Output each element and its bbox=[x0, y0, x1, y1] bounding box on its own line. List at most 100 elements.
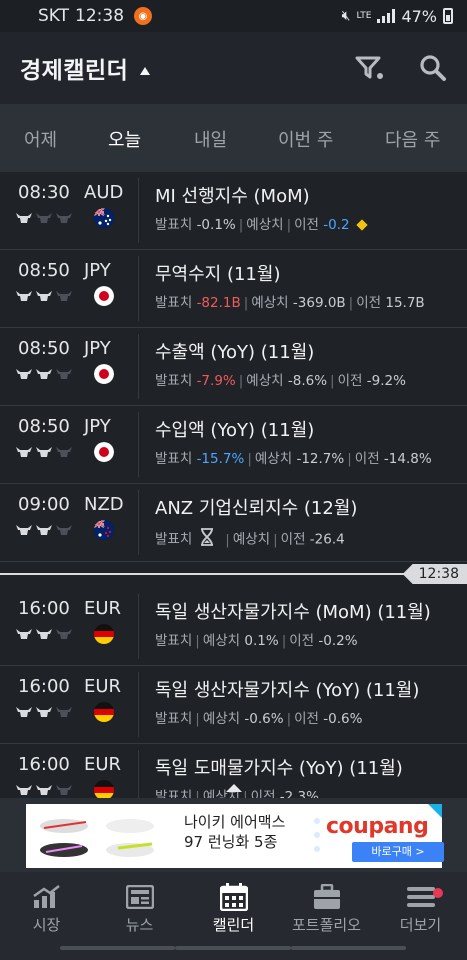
news-icon bbox=[125, 885, 154, 909]
ad-banner[interactable]: 나이키 에어맥스97 런닝화 5종 coupang 바로구매 > bbox=[26, 804, 444, 868]
filter-icon[interactable] bbox=[355, 55, 385, 81]
nav-market[interactable]: 시장 bbox=[0, 882, 93, 935]
event-time: 09:00 bbox=[18, 494, 70, 515]
calendar-icon bbox=[219, 883, 248, 911]
actual-label: 발표치 bbox=[155, 217, 193, 233]
recents-button[interactable] bbox=[60, 946, 176, 950]
event-name: 수출액 (YoY) (11월) bbox=[155, 342, 315, 363]
previous-label: 이전 bbox=[337, 373, 363, 389]
importance-icon bbox=[16, 706, 72, 718]
date-tabs: 어제 오늘 내일 이번 주 다음 주 bbox=[0, 104, 467, 172]
forecast-label: 예상치 bbox=[232, 531, 271, 548]
event-currency: JPY bbox=[84, 338, 111, 359]
previous-label: 이전 bbox=[250, 789, 276, 798]
event-row[interactable]: 08:30 AUD MI 선행지수 (MoM) 발표치 -0.1% | 예상치 | 이전 -0… bbox=[0, 172, 467, 250]
forecast-value: -0.6% bbox=[244, 711, 284, 727]
event-meta: 발표치 -82.1B | 예상치 -369.0B | 이전 15.7B bbox=[155, 295, 425, 311]
japan-flag-icon bbox=[94, 442, 114, 462]
menu-icon bbox=[406, 887, 435, 907]
current-time-tag: 12:38 bbox=[402, 564, 467, 584]
row-divider bbox=[138, 178, 139, 243]
app-header: 경제캘린더 bbox=[0, 32, 467, 104]
previous-label: 이전 bbox=[356, 295, 382, 311]
japan-flag-icon bbox=[94, 286, 114, 306]
event-currency: JPY bbox=[84, 416, 111, 437]
forecast-label: 예상치 bbox=[202, 711, 241, 727]
page-title[interactable]: 경제캘린더 bbox=[20, 51, 128, 85]
event-row[interactable]: 09:00 NZD ANZ 기업신뢰지수 (12월) 발표치 | 예상치 | 이전 -26.4 bbox=[0, 484, 467, 562]
app-notification-icon: ◉ bbox=[134, 7, 153, 25]
importance-icon bbox=[16, 784, 72, 796]
tab-next-week[interactable]: 다음 주 bbox=[385, 126, 440, 152]
home-button[interactable] bbox=[175, 946, 291, 950]
event-row[interactable]: 16:00 EUR 독일 생산자물가지수 (MoM) (11월) 발표치 | 예상치 0.… bbox=[0, 588, 467, 666]
event-currency: EUR bbox=[84, 676, 122, 697]
header-actions bbox=[355, 54, 447, 82]
event-currency: JPY bbox=[84, 260, 111, 281]
event-row[interactable]: 08:50 JPY 수입액 (YoY) (11월) 발표치 -15.7% | 예상치 -1… bbox=[0, 406, 467, 484]
nav-calendar[interactable]: 캘린더 bbox=[187, 882, 280, 935]
actual-label: 발표치 bbox=[155, 295, 193, 311]
event-name: MI 선행지수 (MoM) bbox=[155, 186, 310, 207]
ad-decoration bbox=[314, 818, 322, 860]
event-time: 08:50 bbox=[18, 416, 70, 437]
importance-icon bbox=[16, 368, 72, 380]
event-row[interactable]: 08:50 JPY 무역수지 (11월) 발표치 -82.1B | 예상치 -369.0B… bbox=[0, 250, 467, 328]
event-meta: 발표치 | 예상치 -0.6% | 이전 -0.6% bbox=[155, 711, 363, 727]
row-divider bbox=[138, 256, 139, 321]
actual-label: 발표치 bbox=[155, 451, 193, 467]
row-divider bbox=[138, 334, 139, 399]
forecast-value: 0.1% bbox=[244, 633, 279, 649]
forecast-label: 예상치 bbox=[246, 217, 284, 233]
previous-value: 15.7B bbox=[385, 295, 425, 311]
current-time-line bbox=[0, 573, 467, 575]
actual-label: 발표치 bbox=[155, 633, 193, 649]
event-name: ANZ 기업신뢰지수 (12월) bbox=[155, 498, 358, 519]
revised-icon bbox=[355, 219, 368, 231]
previous-label: 이전 bbox=[280, 531, 306, 548]
event-time: 16:00 bbox=[18, 754, 70, 775]
chevron-up-icon[interactable] bbox=[226, 784, 242, 792]
row-divider bbox=[138, 594, 139, 659]
event-currency: AUD bbox=[84, 182, 124, 203]
importance-icon bbox=[16, 524, 72, 536]
event-name: 독일 생산자물가지수 (MoM) (11월) bbox=[155, 602, 431, 623]
forecast-label: 예상치 bbox=[246, 373, 284, 389]
importance-icon bbox=[16, 446, 72, 458]
hourglass-icon bbox=[200, 528, 214, 551]
event-meta: 발표치 | 예상치 | 이전 -2.3% bbox=[155, 788, 455, 798]
importance-icon bbox=[16, 628, 72, 640]
caret-down-icon[interactable] bbox=[140, 67, 151, 75]
previous-label: 이전 bbox=[294, 217, 319, 233]
previous-label: 이전 bbox=[289, 633, 315, 649]
carrier-label: SKT bbox=[38, 6, 70, 26]
previous-value: -26.4 bbox=[309, 531, 345, 548]
event-list[interactable]: 08:30 AUD MI 선행지수 (MoM) 발표치 -0.1% | 예상치 | 이전 -0… bbox=[0, 172, 467, 798]
tab-yesterday[interactable]: 어제 bbox=[24, 126, 57, 152]
ad-brand-logo: coupang bbox=[326, 814, 429, 839]
tab-today[interactable]: 오늘 bbox=[108, 126, 141, 152]
mute-icon: 🔇︎ bbox=[341, 8, 351, 24]
buy-now-button[interactable]: 바로구매 > bbox=[352, 842, 444, 862]
event-row[interactable]: 16:00 EUR 독일 생산자물가지수 (YoY) (11월) 발표치 | 예상치 -0… bbox=[0, 666, 467, 744]
event-time: 16:00 bbox=[18, 676, 70, 697]
event-row[interactable]: 08:50 JPY 수출액 (YoY) (11월) 발표치 -7.9% | 예상치 -8.… bbox=[0, 328, 467, 406]
nav-portfolio[interactable]: 포트폴리오 bbox=[280, 882, 373, 935]
nav-more[interactable]: 더보기 bbox=[374, 882, 467, 935]
event-name: 독일 생산자물가지수 (YoY) (11월) bbox=[155, 680, 420, 701]
importance-icon bbox=[16, 212, 72, 224]
event-time: 16:00 bbox=[18, 598, 70, 619]
nav-calendar-label: 캘린더 bbox=[212, 916, 255, 934]
search-icon[interactable] bbox=[419, 54, 447, 82]
nav-news[interactable]: 뉴스 bbox=[93, 882, 186, 935]
status-right: 🔇︎ LTE 47% bbox=[342, 7, 453, 26]
ad-text: 나이키 에어맥스97 런닝화 5종 bbox=[184, 813, 286, 851]
previous-value: -0.2 bbox=[323, 217, 350, 233]
ad-choices-icon[interactable] bbox=[428, 804, 442, 818]
event-meta: 발표치 -15.7% | 예상치 -12.7% | 이전 -14.8% bbox=[155, 451, 432, 467]
tab-tomorrow[interactable]: 내일 bbox=[194, 126, 227, 152]
event-meta: 발표치 -0.1% | 예상치 | 이전 -0.2 bbox=[155, 216, 455, 234]
event-name: 수입액 (YoY) (11월) bbox=[155, 420, 315, 441]
back-button[interactable] bbox=[290, 946, 406, 950]
tab-this-week[interactable]: 이번 주 bbox=[278, 126, 333, 152]
